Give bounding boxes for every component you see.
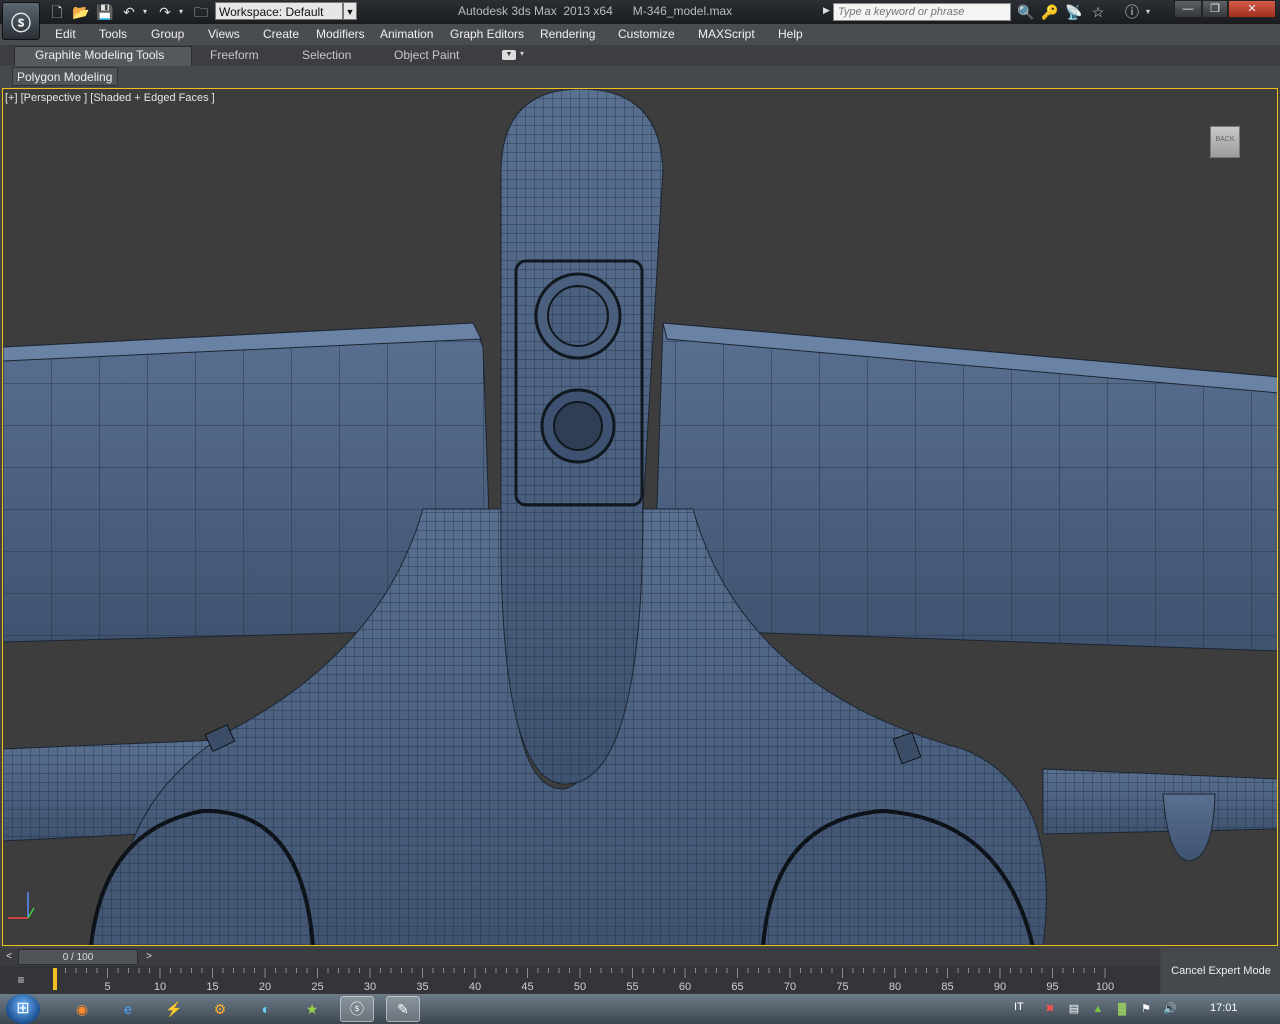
search-expand-icon[interactable]: ▶	[823, 5, 830, 16]
window-title: Autodesk 3ds Max 2013 x64 M-346_model.ma…	[458, 4, 733, 18]
menu-customize[interactable]: Customize	[618, 27, 675, 41]
menu-animation[interactable]: Animation	[380, 27, 433, 41]
signal-tray-icon[interactable]: ▓	[1114, 1001, 1130, 1017]
menu-modifiers[interactable]: Modifiers	[316, 27, 365, 41]
menu-help[interactable]: Help	[778, 27, 803, 41]
start-button[interactable]: ⊞	[6, 994, 40, 1024]
chevron-down-icon[interactable]: ▼	[343, 2, 357, 20]
clock[interactable]: 17:01	[1210, 1002, 1238, 1014]
workspace-dropdown[interactable]: Workspace: Default	[215, 2, 343, 20]
minimize-button[interactable]: —	[1174, 0, 1202, 18]
firefox-icon[interactable]: ◉	[70, 998, 94, 1020]
trackbar-tick-label: 5	[104, 981, 110, 993]
cancel-expert-mode-button[interactable]: Cancel Expert Mode	[1162, 948, 1280, 994]
menu-tools[interactable]: Tools	[99, 27, 127, 41]
key-filter-icon[interactable]: ≡	[10, 970, 32, 990]
trackbar-tick-label: 20	[259, 981, 271, 993]
menu-rendering[interactable]: Rendering	[540, 27, 595, 41]
tab-graphite-modeling-tools[interactable]: Graphite Modeling Tools	[35, 48, 164, 62]
subscription-key-icon[interactable]: 🔑	[1040, 3, 1060, 21]
redo-icon[interactable]: ↷	[156, 3, 174, 21]
tab-selection[interactable]: Selection	[302, 48, 351, 62]
tab-object-paint[interactable]: Object Paint	[394, 48, 459, 62]
windows-taskbar	[0, 994, 1280, 1024]
viewport-label[interactable]: [+] [Perspective ] [Shaded + Edged Faces…	[5, 92, 215, 104]
trackbar-tick-label: 70	[784, 981, 796, 993]
menu-maxscript[interactable]: MAXScript	[698, 27, 755, 41]
trackbar-tick-label: 90	[994, 981, 1006, 993]
current-frame-marker[interactable]	[53, 968, 57, 990]
axis-tripod-icon	[8, 892, 35, 919]
internet-explorer-icon[interactable]: e	[116, 998, 140, 1020]
time-slider-thumb[interactable]: 0 / 100	[18, 949, 138, 965]
undo-dropdown-icon[interactable]: ▾	[140, 3, 150, 21]
trackbar-tick-label: 60	[679, 981, 691, 993]
trackbar-ticks: 5 10 15 20 25 30 35 40 45 50 55 60 65 70 75 80 85 90 95 100	[53, 968, 1114, 993]
trackbar-tick-label: 25	[311, 981, 323, 993]
trackbar-tick-label: 10	[154, 981, 166, 993]
viewcube[interactable]: BACK	[1210, 126, 1240, 158]
volume-icon[interactable]: 🔊	[1162, 1001, 1178, 1017]
previous-frame-icon[interactable]: <	[2, 950, 16, 964]
trackbar-tick-label: 65	[731, 981, 743, 993]
search-input[interactable]	[833, 3, 1011, 21]
redo-dropdown-icon[interactable]: ▾	[176, 3, 186, 21]
maximize-button[interactable]: ❐	[1202, 0, 1228, 18]
binoculars-icon[interactable]: 🔍	[1016, 3, 1036, 21]
trackbar-tick-label: 15	[206, 981, 218, 993]
browser-app-icon[interactable]: ◐	[254, 998, 278, 1020]
action-center-icon[interactable]: ⚑	[1138, 1001, 1154, 1017]
winamp-icon[interactable]: ★	[300, 998, 324, 1020]
polygon-modeling-button[interactable]: Polygon Modeling	[12, 67, 118, 86]
antivirus-tray-icon[interactable]: ✖	[1042, 1001, 1058, 1017]
project-folder-icon[interactable]: 🗀	[192, 3, 210, 21]
trackbar-tick-label: 95	[1046, 981, 1058, 993]
trackbar-tick-label: 35	[416, 981, 428, 993]
trackbar-tick-label: 55	[626, 981, 638, 993]
menu-create[interactable]: Create	[263, 27, 299, 41]
open-file-icon[interactable]: 📂	[72, 3, 90, 21]
language-indicator[interactable]: IT	[1014, 1001, 1024, 1013]
communication-center-icon[interactable]: 📡	[1064, 3, 1084, 21]
media-app-icon[interactable]: ⚙	[208, 998, 232, 1020]
trackbar-tick-label: 50	[574, 981, 586, 993]
ribbon-minimize-icon[interactable]: ▼	[502, 50, 516, 60]
help-icon[interactable]: ⓘ	[1122, 3, 1142, 21]
save-icon[interactable]: 💾	[96, 3, 114, 21]
menu-edit[interactable]: Edit	[55, 27, 76, 41]
time-slider	[0, 948, 1160, 966]
trackbar-tick-label: 100	[1096, 981, 1114, 993]
nvidia-tray-icon[interactable]: ▲	[1090, 1001, 1106, 1017]
trackbar-tick-label: 40	[469, 981, 481, 993]
menu-graph-editors[interactable]: Graph Editors	[450, 27, 524, 41]
new-file-icon[interactable]: 🗋	[48, 3, 66, 21]
tab-freeform[interactable]: Freeform	[210, 48, 259, 62]
trackbar-tick-label: 30	[364, 981, 376, 993]
next-frame-icon[interactable]: >	[142, 950, 156, 964]
trackbar-tick-label: 75	[836, 981, 848, 993]
3dsmax-icon: ⓢ	[350, 1001, 364, 1017]
trackbar-tick-label: 45	[521, 981, 533, 993]
network-drive-tray-icon[interactable]: ▤	[1066, 1001, 1082, 1017]
trackbar-tick-label: 85	[941, 981, 953, 993]
close-button[interactable]: ✕	[1228, 0, 1276, 18]
undo-icon[interactable]: ↶	[120, 3, 138, 21]
help-dropdown-icon[interactable]: ▾	[1143, 3, 1153, 21]
app-logo-button[interactable]: ⓢ	[2, 2, 40, 40]
paint-app-icon: ✎	[397, 1001, 409, 1017]
menu-group[interactable]: Group	[151, 27, 184, 41]
aircraft-mesh-render	[3, 89, 1277, 945]
trackbar-tick-label: 80	[889, 981, 901, 993]
thunderbolt-app-icon[interactable]: ⚡	[162, 998, 186, 1020]
ribbon-tab-bar	[0, 45, 1280, 67]
ribbon-options-icon[interactable]: ▾	[520, 49, 524, 58]
right-wing	[652, 322, 1277, 652]
favorites-star-icon[interactable]: ☆	[1088, 3, 1108, 21]
menu-views[interactable]: Views	[208, 27, 240, 41]
perspective-viewport[interactable]	[2, 88, 1278, 946]
ribbon-panel	[0, 66, 1280, 88]
